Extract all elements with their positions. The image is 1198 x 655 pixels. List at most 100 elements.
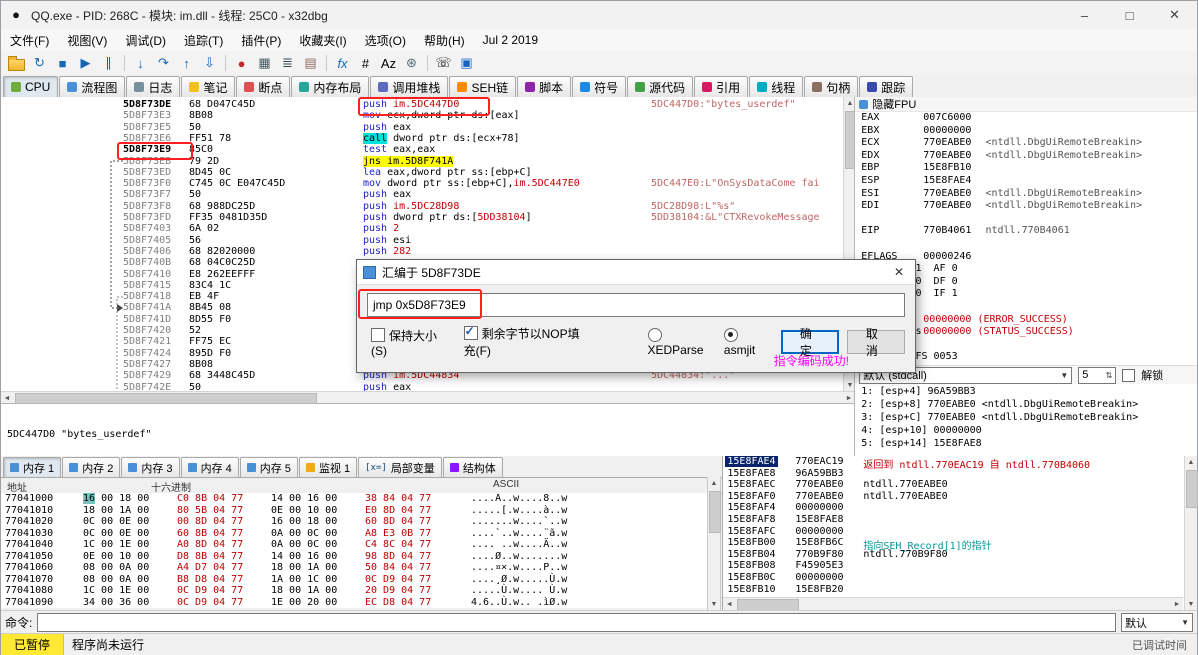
tab-跟踪[interactable]: 跟踪 <box>859 76 914 97</box>
run-to-return-icon[interactable]: ⇩ <box>199 53 220 73</box>
stack-row[interactable]: 15E8FB00 15E8FB6C 指向SEH_Record[1]的指针 <box>723 537 1197 552</box>
engine-radio-xedparse[interactable]: XEDParse <box>647 327 706 357</box>
register-row[interactable]: ESP 15E8FAE4 <box>855 175 1197 188</box>
tab-内存 4[interactable]: 内存 4 <box>180 457 239 477</box>
memory-map-icon[interactable]: ▦ <box>254 53 275 73</box>
engine-radio-asmjit[interactable]: asmjit <box>723 327 763 357</box>
tab-源代码[interactable]: 源代码 <box>627 76 694 97</box>
menu-item[interactable]: 调试(D) <box>116 30 175 51</box>
dump-row[interactable]: 77041060 08 00 0A 00 A4 D7 04 77 18 00 1A 0… <box>1 562 707 574</box>
stack-row[interactable]: 15E8FAEC 770EABE0 ntdll.770EABE0 <box>723 479 1197 491</box>
chat-icon[interactable]: ▣ <box>456 53 477 73</box>
tab-CPU[interactable]: CPU <box>3 76 59 97</box>
tab-引用[interactable]: 引用 <box>694 76 749 97</box>
register-row[interactable]: ECX 770EABE0 <ntdll.DbgUiRemoteBreakin> <box>855 137 1197 150</box>
register-row[interactable] <box>855 238 1197 251</box>
dialog-close-icon[interactable]: ✕ <box>883 260 915 284</box>
dump-row[interactable]: 77041010 18 00 1A 00 80 5B 04 77 0E 00 10 0… <box>1 505 707 517</box>
stack-row[interactable]: 15E8FAF8 15E8FAE8 <box>723 514 1197 526</box>
menu-item[interactable]: 选项(O) <box>356 30 415 51</box>
tab-内存布局[interactable]: 内存布局 <box>291 76 370 97</box>
scroll-right-icon[interactable]: ► <box>1171 598 1183 610</box>
scroll-left-icon[interactable]: ◄ <box>723 598 736 610</box>
assemble-instruction-input[interactable]: jmp 0x5D8F73E9 <box>367 293 905 317</box>
tab-内存 2[interactable]: 内存 2 <box>62 457 121 477</box>
stack-row[interactable]: 15E8FAF4 00000000 <box>723 502 1197 514</box>
notes-icon[interactable]: ▤ <box>300 53 321 73</box>
tab-内存 5[interactable]: 内存 5 <box>239 457 298 477</box>
step-out-icon[interactable]: ↑ <box>176 53 197 73</box>
menu-item[interactable]: 收藏夹(I) <box>290 30 355 51</box>
step-into-icon[interactable]: ↓ <box>130 53 151 73</box>
dump-row[interactable]: 77041020 0C 00 0E 00 00 8D 04 77 16 00 18 0… <box>1 516 707 528</box>
stack-row[interactable]: 15E8FB10 15E8FB20 <box>723 584 1197 596</box>
maximize-button[interactable]: □ <box>1107 1 1152 29</box>
keep-size-checkbox[interactable]: 保持大小(S) <box>371 327 440 358</box>
fx-icon[interactable]: fx <box>332 53 353 73</box>
dump-row[interactable]: 77041070 08 00 0A 00 B8 D8 04 77 1A 00 1C 0… <box>1 574 707 586</box>
dump-row[interactable]: 77041040 1C 00 1E 00 A0 8D 04 77 0A 00 0C 0… <box>1 539 707 551</box>
argument-row[interactable]: 2: [esp+8] 770EABE0 <ntdll.DbgUiRemoteBr… <box>855 398 1197 411</box>
tab-结构体[interactable]: 结构体 <box>442 457 503 477</box>
register-row[interactable]: EIP 770B4061 ntdll.770B4061 <box>855 225 1197 238</box>
command-profile-select[interactable]: 默认 ▼ <box>1121 613 1193 632</box>
argument-row[interactable]: 3: [esp+C] 770EABE0 <ntdll.DbgUiRemoteBr… <box>855 411 1197 424</box>
open-file-icon[interactable] <box>6 53 27 73</box>
stack-row[interactable]: 15E8FAE4 770EAC19 返回到 ntdll.770EAC19 自 ntd… <box>723 456 1197 471</box>
ok-button[interactable]: 确定 <box>780 327 839 358</box>
menu-item[interactable]: 帮助(H) <box>415 30 474 51</box>
hex-dump-view[interactable]: 77041000 16 00 18 00 C0 8B 04 77 14 00 16 0… <box>1 493 707 608</box>
dump-vscrollbar[interactable]: ▲ ▼ <box>707 477 721 610</box>
scroll-up-icon[interactable]: ▲ <box>708 477 720 489</box>
tab-监视 1[interactable]: 监视 1 <box>298 457 358 477</box>
argument-row[interactable]: 1: [esp+4] 96A59BB3 <box>855 385 1197 398</box>
tab-符号[interactable]: 符号 <box>572 76 627 97</box>
menu-item[interactable]: 插件(P) <box>232 30 290 51</box>
register-row[interactable]: EDI 770EABE0 <ntdll.DbgUiRemoteBreakin> <box>855 200 1197 213</box>
register-row[interactable]: EBX 00000000 <box>855 125 1197 138</box>
tab-断点[interactable]: 断点 <box>236 76 291 97</box>
tab-流程图[interactable]: 流程图 <box>59 76 126 97</box>
register-row[interactable]: EDX 770EABE0 <ntdll.DbgUiRemoteBreakin> <box>855 150 1197 163</box>
menu-item[interactable]: 追踪(T) <box>175 30 232 51</box>
stack-hscrollbar[interactable]: ◄ ► <box>723 597 1183 611</box>
stack-row[interactable]: 15E8FAF0 770EABE0 ntdll.770EABE0 <box>723 491 1197 503</box>
tab-内存 3[interactable]: 内存 3 <box>121 457 180 477</box>
cancel-button[interactable]: 取消 <box>846 327 906 358</box>
stack-row[interactable]: 15E8FB04 770B9F80 ntdll.770B9F80 <box>723 549 1197 561</box>
settings-icon[interactable]: ⊛ <box>401 53 422 73</box>
dump-row[interactable]: 77041030 0C 00 0E 00 60 8B 04 77 0A 00 0C 0… <box>1 528 707 540</box>
scroll-down-icon[interactable]: ▼ <box>708 598 720 610</box>
tab-SEH链[interactable]: SEH链 <box>449 76 517 97</box>
dump-row[interactable]: 77041000 16 00 18 00 C0 8B 04 77 14 00 16 0… <box>1 493 707 505</box>
stop-icon[interactable]: ■ <box>52 53 73 73</box>
register-row[interactable]: ESI 770EABE0 <ntdll.DbgUiRemoteBreakin> <box>855 188 1197 201</box>
run-icon[interactable]: ▶ <box>75 53 96 73</box>
phone-icon[interactable]: ☏ <box>433 53 454 73</box>
log-icon[interactable]: ≣ <box>277 53 298 73</box>
tab-句柄[interactable]: 句柄 <box>804 76 859 97</box>
stack-row[interactable]: 15E8FAFC 00000000 <box>723 526 1197 538</box>
unlock-checkbox[interactable] <box>1122 368 1136 382</box>
step-over-icon[interactable]: ↷ <box>153 53 174 73</box>
stack-row[interactable]: 15E8FB08 F45905E3 <box>723 560 1197 572</box>
tab-线程[interactable]: 线程 <box>749 76 804 97</box>
tab-日志[interactable]: 日志 <box>126 76 181 97</box>
register-row[interactable]: EBP 15E8FB10 <box>855 162 1197 175</box>
scroll-up-icon[interactable]: ▲ <box>1185 456 1197 468</box>
tab-笔记[interactable]: 笔记 <box>181 76 236 97</box>
register-row[interactable] <box>855 213 1197 226</box>
menu-item[interactable]: Jul 2 2019 <box>474 31 547 49</box>
hide-fpu-toggle[interactable]: 隐藏FPU <box>855 97 1197 112</box>
restart-icon[interactable]: ↻ <box>29 53 50 73</box>
minimize-button[interactable]: – <box>1062 1 1107 29</box>
case-az-icon[interactable]: Az <box>378 53 399 73</box>
dump-row[interactable]: 77041050 0E 00 10 00 D8 8B 04 77 14 00 16 0… <box>1 551 707 563</box>
dump-row[interactable]: 77041090 34 00 36 00 0C D9 04 77 1E 00 20 0… <box>1 597 707 609</box>
menu-item[interactable]: 文件(F) <box>1 30 58 51</box>
tab-内存 1[interactable]: 内存 1 <box>3 457 62 477</box>
command-input[interactable] <box>37 613 1116 632</box>
tab-脚本[interactable]: 脚本 <box>517 76 572 97</box>
stack-vscrollbar[interactable]: ▲ ▼ <box>1184 456 1198 610</box>
tab-调用堆栈[interactable]: 调用堆栈 <box>370 76 449 97</box>
